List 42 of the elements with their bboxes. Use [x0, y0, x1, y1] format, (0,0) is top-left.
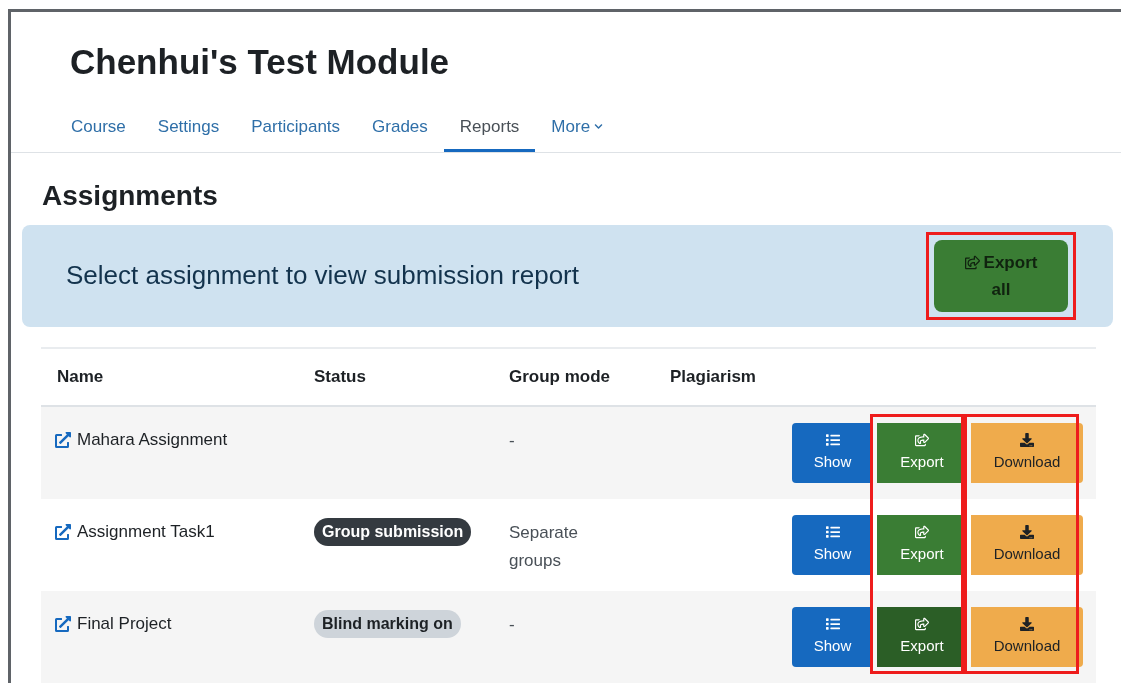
- download-icon: [1020, 616, 1034, 631]
- course-title: Chenhui's Test Module: [70, 41, 451, 83]
- external-link-icon: [55, 615, 71, 632]
- nav-tab[interactable]: Course: [55, 103, 142, 152]
- group-mode-text: -: [509, 430, 515, 450]
- assignment-link[interactable]: Mahara Assignment: [55, 426, 298, 453]
- nav-tab[interactable]: Settings: [141, 103, 236, 152]
- column-header: Plagiarism: [670, 367, 756, 386]
- page-heading: Assignments: [41, 178, 219, 213]
- download-button[interactable]: Download: [971, 514, 1083, 575]
- export-all-button[interactable]: Export all: [934, 239, 1068, 312]
- assignment-link[interactable]: Final Project: [55, 610, 298, 637]
- download-icon: [1020, 432, 1034, 447]
- list-icon: [825, 432, 840, 447]
- chevron-down-icon: [594, 121, 604, 131]
- group-mode-text: -: [509, 614, 515, 634]
- list-icon: [825, 616, 840, 631]
- nav-tab[interactable]: Participants: [235, 103, 357, 152]
- column-header: Group mode: [509, 367, 611, 386]
- assignment-link[interactable]: Assignment Task1: [55, 518, 298, 545]
- list-icon: [825, 524, 840, 539]
- share-icon: [915, 524, 929, 539]
- download-button[interactable]: Download: [971, 606, 1083, 667]
- share-icon: [915, 432, 929, 447]
- external-link-icon: [55, 523, 71, 540]
- share-icon: [915, 616, 929, 631]
- external-link-icon: [55, 431, 71, 448]
- status-badge: Blind marking on: [314, 609, 461, 638]
- column-header: Name: [57, 367, 104, 386]
- nav-tab[interactable]: Grades: [356, 103, 444, 152]
- column-header: Status: [314, 367, 366, 386]
- download-button[interactable]: Download: [971, 422, 1083, 483]
- share-icon: [964, 254, 980, 270]
- nav-tab[interactable]: Reports: [443, 103, 536, 152]
- nav-tab[interactable]: More: [535, 103, 620, 152]
- banner-text: Select assignment to view submission report: [66, 259, 579, 293]
- show-button[interactable]: Show: [792, 606, 873, 667]
- status-badge: Group submission: [314, 517, 472, 546]
- group-mode-text: Separate groups: [509, 522, 578, 570]
- show-button[interactable]: Show: [792, 422, 873, 483]
- download-icon: [1020, 524, 1034, 539]
- show-button[interactable]: Show: [792, 514, 873, 575]
